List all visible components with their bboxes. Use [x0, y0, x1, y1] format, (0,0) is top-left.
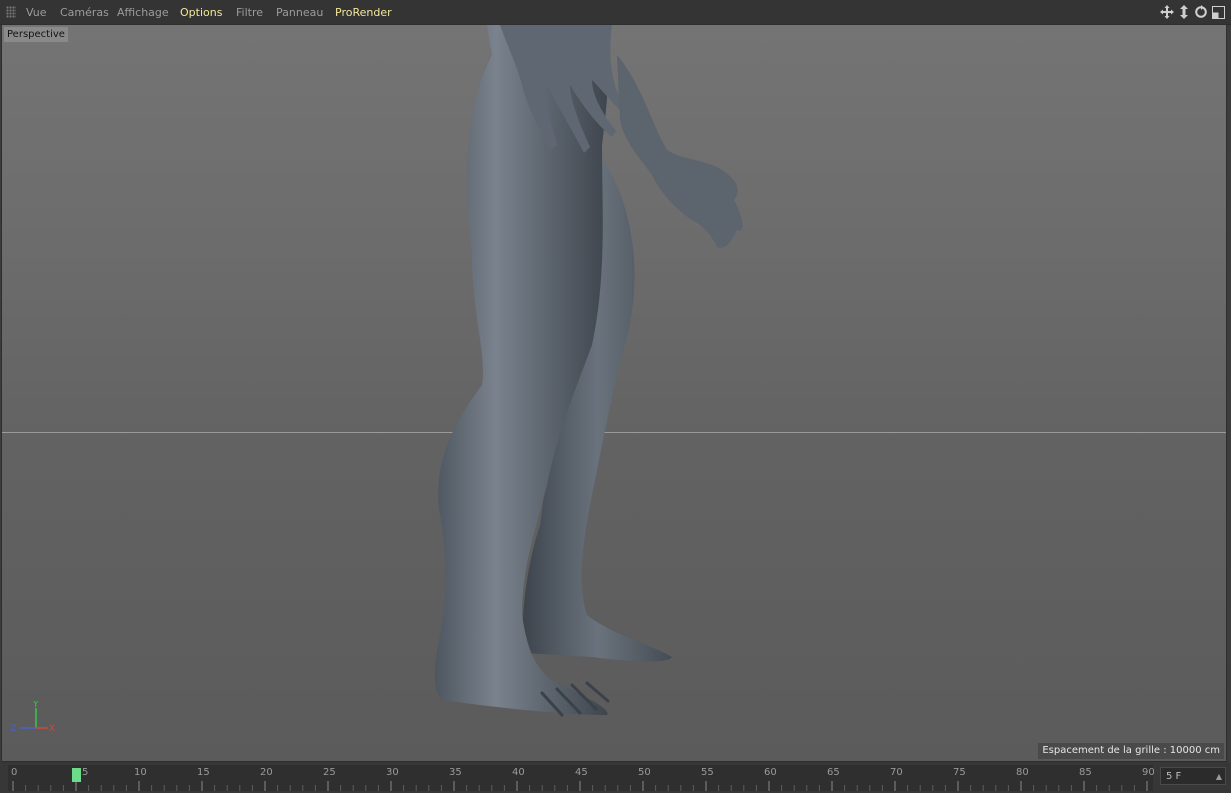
axis-z-label: Z [10, 724, 16, 734]
tick-label: 45 [575, 767, 588, 778]
tick-label: 0 [11, 767, 18, 778]
menu-panneau[interactable]: Panneau [276, 6, 323, 19]
axis-x-label: X [49, 724, 55, 734]
perspective-viewport[interactable]: Perspective Y X Z Espacement de la grill… [1, 24, 1227, 762]
right-arm [617, 55, 743, 248]
toggle-panel-icon[interactable] [1211, 4, 1225, 20]
tick-label: 55 [701, 767, 714, 778]
menu-cameras[interactable]: Caméras [60, 6, 109, 19]
menu-vue[interactable]: Vue [26, 6, 47, 19]
tick-label: 60 [764, 767, 777, 778]
tick-label: 85 [1079, 767, 1092, 778]
menu-options[interactable]: Options [180, 6, 222, 19]
camera-label[interactable]: Perspective [4, 27, 68, 42]
tick-label: 15 [197, 767, 210, 778]
tick-label: 35 [449, 767, 462, 778]
view-navigation-icons [1160, 4, 1225, 20]
tick-label: 40 [512, 767, 525, 778]
tick-label: 90 [1142, 767, 1155, 778]
tick-label: 10 [134, 767, 147, 778]
frame-field-value: 5 F [1166, 771, 1182, 782]
tick-label: 30 [386, 767, 399, 778]
menu-prorender[interactable]: ProRender [335, 6, 392, 19]
stepper-arrows-icon[interactable]: ▲ [1216, 768, 1222, 786]
drag-grip-icon[interactable] [6, 6, 16, 18]
tick-label: 70 [890, 767, 903, 778]
tick-label: 25 [323, 767, 336, 778]
menu-affichage[interactable]: Affichage [117, 6, 169, 19]
character-model[interactable] [2, 25, 1226, 761]
timeline-ruler[interactable]: 0 5 10 15 20 25 30 35 40 45 50 55 60 65 … [8, 765, 1155, 791]
timeline-bar: 0 5 10 15 20 25 30 35 40 45 50 55 60 65 … [0, 762, 1231, 793]
tick-label: 75 [953, 767, 966, 778]
zoom-view-icon[interactable] [1177, 4, 1191, 20]
grid-spacing-label: Espacement de la grille : 10000 cm [1038, 743, 1224, 759]
move-view-icon[interactable] [1160, 4, 1174, 20]
rotate-view-icon[interactable] [1194, 4, 1208, 20]
tick-label: 5 [82, 767, 89, 778]
tick-label: 50 [638, 767, 651, 778]
axis-gizmo-icon: Y X Z [10, 701, 55, 734]
timeline-playhead[interactable] [72, 768, 81, 782]
frame-field[interactable]: 5 F ▲ [1160, 767, 1226, 785]
menu-filtre[interactable]: Filtre [236, 6, 263, 19]
tick-label: 80 [1016, 767, 1029, 778]
axis-y-label: Y [32, 701, 39, 710]
viewport-menubar: Vue Caméras Affichage Options Filtre Pan… [0, 0, 1231, 25]
tick-label: 65 [827, 767, 840, 778]
tick-label: 20 [260, 767, 273, 778]
